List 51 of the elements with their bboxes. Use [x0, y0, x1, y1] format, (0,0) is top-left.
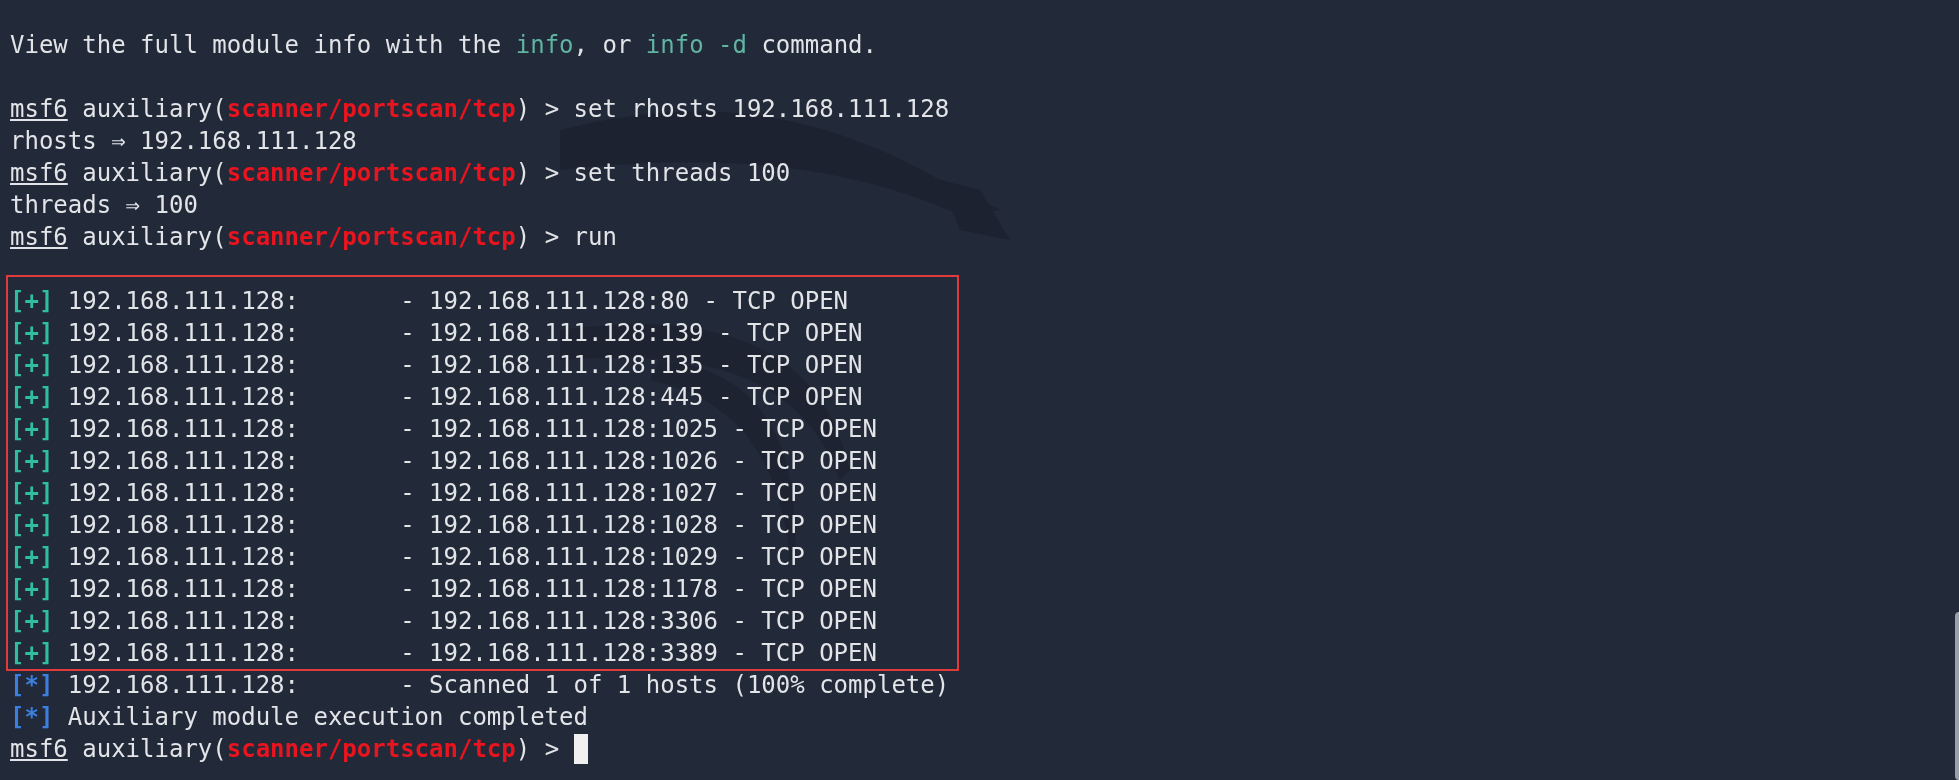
host-label: 192.168.111.128:: [67, 670, 300, 701]
scan-result-text: - 192.168.111.128:1025 - TCP OPEN: [400, 414, 877, 445]
status-marker: [+]: [10, 478, 54, 509]
info-message: View the full module info with the info, or info -d command.: [10, 30, 877, 61]
status-marker: [+]: [10, 574, 54, 605]
command-text: run: [573, 222, 617, 253]
command-output: rhosts ⇒ 192.168.111.128: [10, 127, 357, 155]
status-marker: [+]: [10, 446, 54, 477]
scan-result-text: - 192.168.111.128:1178 - TCP OPEN: [400, 574, 877, 605]
scan-result-text: - 192.168.111.128:1027 - TCP OPEN: [400, 478, 877, 509]
scan-result-text: - 192.168.111.128:135 - TCP OPEN: [400, 350, 863, 381]
host-label: 192.168.111.128:: [67, 478, 300, 509]
host-label: 192.168.111.128:: [67, 350, 300, 381]
host-label: 192.168.111.128:: [67, 382, 300, 413]
shell-prompt: msf6 auxiliary(scanner/portscan/tcp) >: [10, 94, 560, 125]
scan-result-text: - 192.168.111.128:3389 - TCP OPEN: [400, 638, 877, 669]
status-marker: [+]: [10, 286, 54, 317]
status-marker: [+]: [10, 606, 54, 637]
scan-result-text: - 192.168.111.128:445 - TCP OPEN: [400, 382, 863, 413]
status-marker: [+]: [10, 350, 54, 381]
status-marker: [*]: [10, 702, 54, 733]
command-output: threads ⇒ 100: [10, 191, 198, 219]
scan-result-text: - 192.168.111.128:80 - TCP OPEN: [400, 286, 849, 317]
command-text: set threads 100: [573, 158, 791, 189]
host-label: 192.168.111.128:: [67, 542, 300, 573]
shell-prompt: msf6 auxiliary(scanner/portscan/tcp) >: [10, 222, 560, 253]
scan-result-text: - 192.168.111.128:1026 - TCP OPEN: [400, 446, 877, 477]
host-label: 192.168.111.128:: [67, 638, 300, 669]
scan-result-text: - 192.168.111.128:139 - TCP OPEN: [400, 318, 863, 349]
shell-prompt: msf6 auxiliary(scanner/portscan/tcp) >: [10, 734, 560, 765]
status-marker: [+]: [10, 414, 54, 445]
status-marker: [+]: [10, 382, 54, 413]
host-label: 192.168.111.128:: [67, 414, 300, 445]
host-label: 192.168.111.128:: [67, 286, 300, 317]
host-label: 192.168.111.128:: [67, 318, 300, 349]
host-label: 192.168.111.128:: [67, 446, 300, 477]
command-text: set rhosts 192.168.111.128: [573, 94, 950, 125]
scan-result-text: - Scanned 1 of 1 hosts (100% complete): [400, 670, 950, 701]
status-message: Auxiliary module execution completed: [67, 702, 588, 733]
status-marker: [+]: [10, 542, 54, 573]
shell-prompt: msf6 auxiliary(scanner/portscan/tcp) >: [10, 158, 560, 189]
status-marker: [+]: [10, 510, 54, 541]
scan-result-text: - 192.168.111.128:1029 - TCP OPEN: [400, 542, 877, 573]
status-marker: [+]: [10, 638, 54, 669]
scan-result-text: - 192.168.111.128:1028 - TCP OPEN: [400, 510, 877, 541]
host-label: 192.168.111.128:: [67, 606, 300, 637]
host-label: 192.168.111.128:: [67, 510, 300, 541]
status-marker: [*]: [10, 670, 54, 701]
scan-result-text: - 192.168.111.128:3306 - TCP OPEN: [400, 606, 877, 637]
host-label: 192.168.111.128:: [67, 574, 300, 605]
status-marker: [+]: [10, 318, 54, 349]
